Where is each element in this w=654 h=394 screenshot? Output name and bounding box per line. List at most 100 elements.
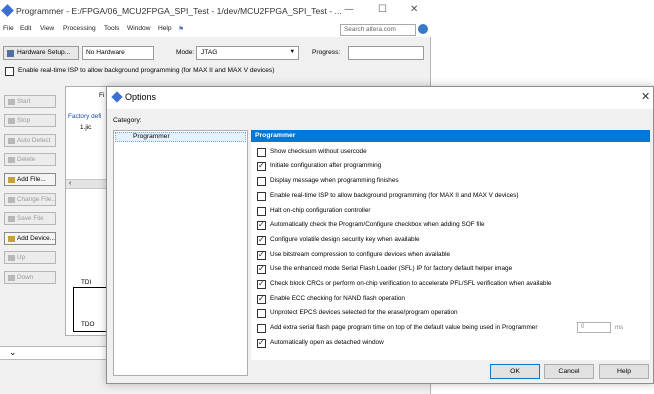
options-dialog: Options ✕ Category: Programmer Programme…: [106, 86, 654, 384]
programmer-titlebar: Programmer - E:/FPGA/06_MCU2FPGA_SPI_Tes…: [0, 0, 431, 22]
chevron-down-icon: ▼: [289, 49, 295, 55]
horizontal-scrollbar[interactable]: ‹: [66, 179, 108, 189]
checkbox[interactable]: [257, 192, 266, 201]
progress-bar: [348, 46, 424, 60]
option-initiate-configuration[interactable]: Initiate configuration after programming: [257, 161, 647, 173]
tdi-label: TDI: [81, 279, 92, 286]
extra-time-input[interactable]: 0: [577, 322, 611, 333]
hardware-field: No Hardware: [82, 46, 154, 60]
search-icon[interactable]: [418, 24, 428, 34]
delete-button[interactable]: Delete: [4, 153, 56, 166]
auto-detect-icon: [8, 138, 15, 144]
menu-processing[interactable]: Processing: [63, 25, 96, 32]
checkbox[interactable]: [257, 250, 266, 260]
option-block-crc[interactable]: Check block CRCs or perform on-chip veri…: [257, 279, 647, 291]
programmer-settings-panel: Programmer Show checksum without usercod…: [251, 130, 650, 360]
up-icon: [8, 255, 15, 261]
window-title: Programmer - E:/FPGA/06_MCU2FPGA_SPI_Tes…: [16, 6, 342, 16]
checkbox[interactable]: [257, 207, 266, 216]
auto-detect-button[interactable]: Auto Detect: [4, 134, 56, 147]
minimize-button[interactable]: —: [344, 4, 354, 15]
option-enhanced-sfl[interactable]: Use the enhanced mode Serial Flash Loade…: [257, 264, 647, 276]
start-icon: [8, 99, 15, 105]
category-label: Category:: [113, 117, 142, 124]
option-extra-program-time[interactable]: Add extra serial flash page program time…: [257, 322, 647, 335]
checkbox[interactable]: [257, 148, 266, 157]
menu-window[interactable]: Window: [127, 25, 150, 32]
checkbox[interactable]: [257, 220, 266, 230]
help-button[interactable]: Help: [599, 364, 649, 379]
checkbox[interactable]: [257, 309, 266, 318]
mode-select[interactable]: JTAG ▼: [196, 46, 299, 60]
tdi-wire: [73, 287, 107, 288]
menu-edit[interactable]: Edit: [20, 25, 31, 32]
hardware-icon: [7, 50, 14, 57]
ok-button[interactable]: OK: [490, 364, 540, 379]
hardware-setup-button[interactable]: Hardware Setup...: [3, 46, 79, 60]
progress-label: Progress:: [312, 49, 341, 56]
menu-file[interactable]: File: [3, 25, 14, 32]
add-file-icon: [8, 177, 15, 183]
close-button[interactable]: ✕: [410, 4, 418, 15]
panel-header: Programmer: [251, 130, 650, 142]
option-open-detached[interactable]: Automatically open as detached window: [257, 338, 647, 350]
extra-time-unit: ms: [615, 324, 624, 331]
menu-view[interactable]: View: [40, 25, 54, 32]
down-button[interactable]: Down: [4, 271, 56, 284]
down-icon: [8, 275, 15, 281]
maximize-button[interactable]: ☐: [378, 4, 387, 15]
change-file-icon: [8, 197, 15, 203]
mode-label: Mode:: [176, 49, 195, 56]
menu-tools[interactable]: Tools: [104, 25, 119, 32]
cancel-button[interactable]: Cancel: [544, 364, 594, 379]
chevron-down-icon[interactable]: ⌄: [9, 347, 17, 358]
change-file-button[interactable]: Change File...: [4, 193, 57, 206]
stop-icon: [8, 118, 15, 124]
checkbox[interactable]: [257, 235, 266, 245]
chain-wire: [73, 287, 74, 332]
close-icon[interactable]: ✕: [641, 90, 650, 103]
add-file-button[interactable]: Add File...: [4, 173, 56, 186]
menu-help[interactable]: Help: [158, 25, 172, 32]
delete-icon: [8, 157, 15, 163]
option-auto-check-program[interactable]: Automatically check the Program/Configur…: [257, 220, 647, 232]
category-item-programmer[interactable]: Programmer: [115, 132, 246, 142]
add-device-button[interactable]: Add Device...: [4, 232, 56, 245]
checkbox[interactable]: [257, 294, 266, 304]
app-icon: [1, 4, 14, 17]
option-ecc-nand[interactable]: Enable ECC checking for NAND flash opera…: [257, 294, 647, 306]
search-input[interactable]: Search altera.com: [340, 24, 416, 36]
factory-default-text: Factory defi: [68, 113, 102, 120]
up-button[interactable]: Up: [4, 251, 56, 264]
checkbox[interactable]: [257, 324, 266, 333]
checkbox[interactable]: [257, 177, 266, 186]
option-volatile-security-key[interactable]: Configure volatile design security key w…: [257, 235, 647, 247]
category-list: Programmer: [113, 130, 248, 376]
stop-button[interactable]: Stop: [4, 114, 56, 127]
option-halt-controller[interactable]: Halt on-chip configuration controller: [257, 206, 647, 218]
tdo-label: TDO: [81, 321, 95, 328]
dialog-titlebar: Options ✕: [107, 87, 653, 109]
checkbox[interactable]: [5, 67, 14, 76]
chevron-left-icon[interactable]: ‹: [69, 180, 71, 187]
option-display-message[interactable]: Display message when programming finishe…: [257, 176, 647, 188]
save-icon: [8, 216, 15, 222]
option-unprotect-epcs[interactable]: Unprotect EPCS devices selected for the …: [257, 308, 647, 320]
start-button[interactable]: Start: [4, 95, 56, 108]
feedback-icon[interactable]: ⚑: [178, 25, 184, 33]
option-realtime-isp[interactable]: Enable real-time ISP to allow background…: [257, 191, 647, 203]
save-file-button[interactable]: Save File: [4, 212, 56, 225]
dialog-title: Options: [125, 92, 157, 102]
column-header: Fi: [99, 92, 105, 99]
app-icon: [111, 91, 123, 103]
checkbox[interactable]: [257, 279, 266, 289]
option-bitstream-compression[interactable]: Use bitstream compression to configure d…: [257, 250, 647, 262]
checkbox[interactable]: [257, 161, 266, 171]
checkbox[interactable]: [257, 338, 266, 348]
checkbox[interactable]: [257, 264, 266, 274]
option-show-checksum[interactable]: Show checksum without usercode: [257, 147, 647, 159]
file-name[interactable]: 1.jic: [80, 124, 91, 131]
add-device-icon: [8, 236, 15, 242]
side-toolbar: Start Stop Auto Detect Delete Add File..…: [0, 86, 62, 336]
tdo-wire: [73, 331, 107, 332]
